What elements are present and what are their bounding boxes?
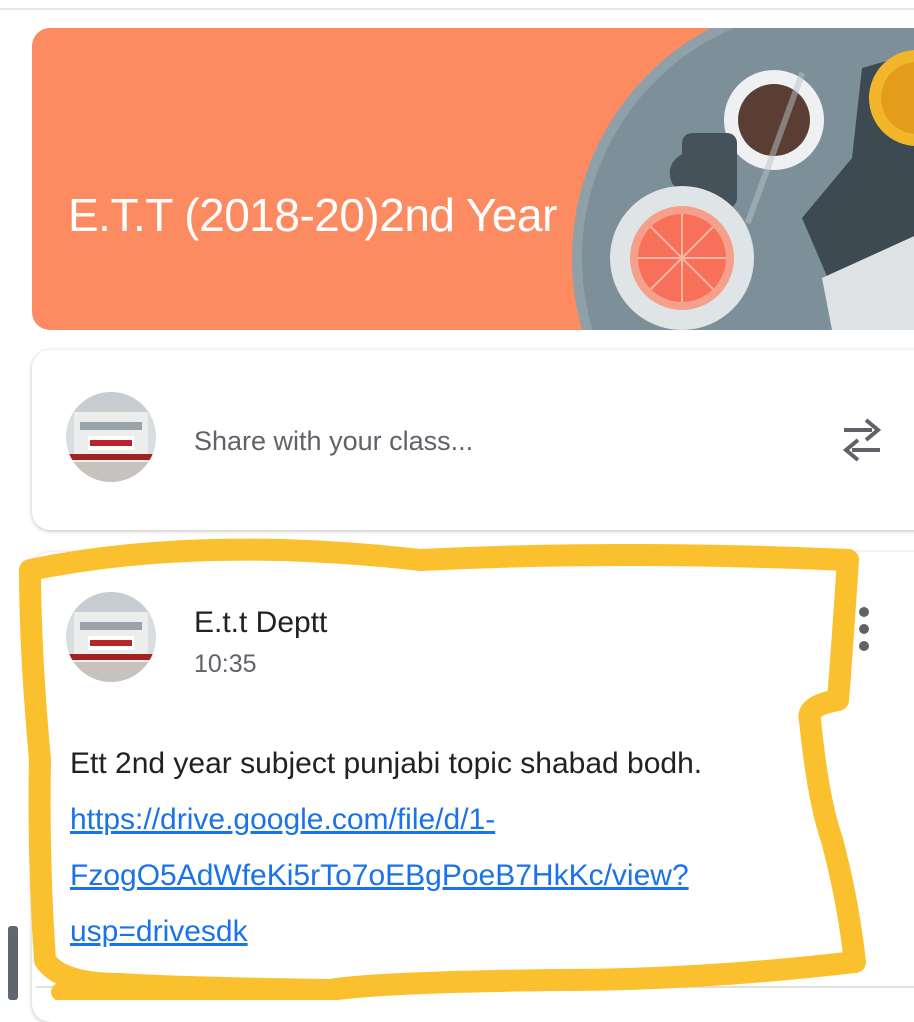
class-banner[interactable]: E.T.T (2018-20)2nd Year	[32, 28, 914, 330]
user-avatar	[66, 392, 156, 482]
building-avatar-image	[66, 392, 156, 482]
card-divider	[36, 986, 914, 988]
banner-illustration	[572, 28, 914, 330]
post-text: Ett 2nd year subject punjabi topic shaba…	[70, 736, 830, 960]
share-with-class-card[interactable]: Share with your class...	[32, 350, 914, 530]
repost-icon[interactable]	[840, 414, 884, 466]
share-input[interactable]: Share with your class...	[194, 426, 473, 457]
building-avatar-image	[66, 592, 156, 682]
post-time: 10:35	[194, 650, 257, 678]
announcement-post[interactable]: E.t.t Deptt 10:35 Ett 2nd year subject p…	[32, 552, 914, 1022]
scroll-handle[interactable]	[8, 926, 18, 1000]
drive-link[interactable]: https://drive.google.com/file/d/1-FzogO5…	[70, 803, 689, 948]
author-avatar	[66, 592, 156, 682]
post-author: E.t.t Deptt	[194, 606, 328, 639]
top-bar-edge	[0, 0, 914, 10]
post-message: Ett 2nd year subject punjabi topic shaba…	[70, 747, 703, 780]
more-vert-icon[interactable]	[854, 604, 874, 654]
class-title: E.T.T (2018-20)2nd Year	[68, 189, 557, 241]
